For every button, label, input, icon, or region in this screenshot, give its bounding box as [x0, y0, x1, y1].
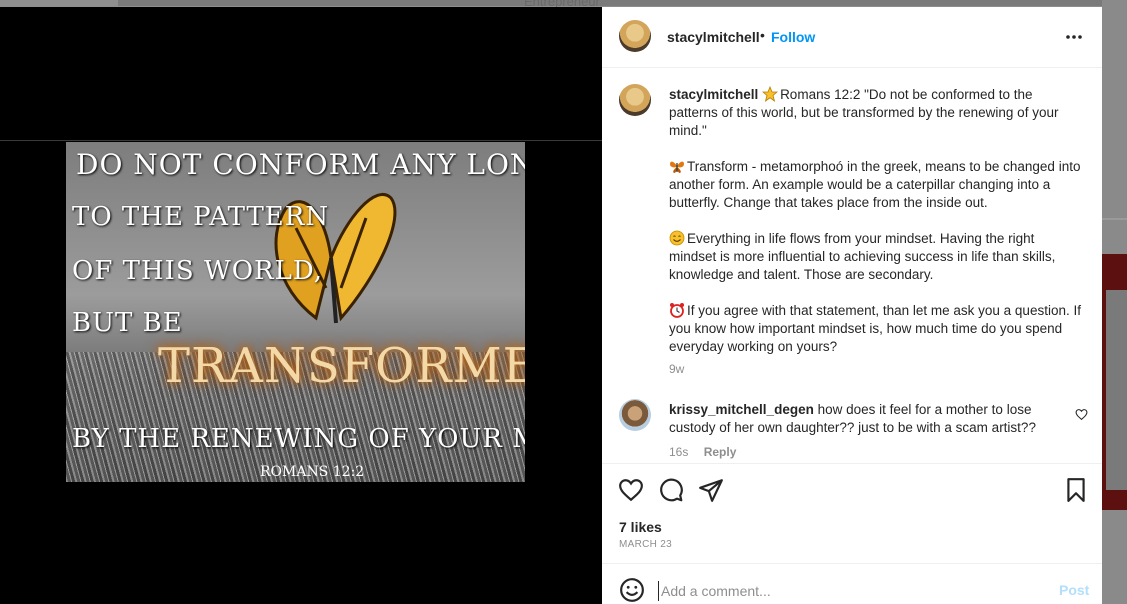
image-text-line: BY THE RENEWING OF YOUR MIND. — [72, 424, 525, 454]
heart-icon[interactable] — [1075, 408, 1088, 421]
image-text-line: DO NOT CONFORM ANY LONGER — [76, 148, 525, 181]
separator-dot: • — [760, 27, 765, 43]
caption-avatar[interactable] — [619, 84, 651, 116]
comment-timestamp: 16s — [669, 445, 689, 459]
actions-divider — [602, 463, 1102, 464]
comment-avatar[interactable] — [619, 399, 651, 431]
post-date: MARCH 23 — [619, 539, 672, 550]
image-text-highlight: TRANSFORMED — [158, 338, 525, 394]
comment-input[interactable] — [658, 581, 1041, 601]
comment-item: krissy_mitchell_degen how does it feel f… — [669, 401, 1059, 437]
heart-icon[interactable] — [618, 477, 644, 503]
background-image-detail — [1106, 290, 1127, 490]
post-image[interactable]: DO NOT CONFORM ANY LONGER TO THE PATTERN… — [66, 142, 525, 482]
smile-icon — [669, 230, 685, 246]
avatar[interactable] — [619, 20, 651, 52]
butterfly-graphic — [274, 193, 397, 324]
caption-paragraph: If you agree with that statement, than l… — [669, 303, 1081, 354]
comment-username[interactable]: krissy_mitchell_degen — [669, 402, 814, 417]
background-divider — [1102, 218, 1127, 220]
author-username[interactable]: stacylmitchell — [667, 29, 760, 45]
image-text-line: OF THIS WORLD, — [72, 256, 324, 286]
caption-paragraph: Transform - metamorphoó in the greek, me… — [669, 159, 1081, 210]
post-header: stacylmitchell • Follow — [602, 7, 1102, 68]
comment-meta: 16s Reply — [669, 445, 736, 459]
add-comment-divider — [602, 563, 1102, 564]
media-divider — [0, 140, 602, 141]
bookmark-icon[interactable] — [1063, 477, 1089, 503]
image-text-reference: ROMANS 12:2 — [260, 464, 365, 480]
caption-timestamp[interactable]: 9w — [669, 362, 684, 376]
likes-count[interactable]: 7 likes — [619, 519, 662, 535]
alarm-clock-icon — [670, 303, 684, 318]
emoji-picker-icon[interactable] — [619, 577, 645, 603]
share-icon[interactable] — [698, 477, 724, 503]
comment-icon[interactable] — [658, 477, 684, 503]
follow-button[interactable]: Follow — [771, 29, 815, 45]
post-detail-panel: stacylmitchell • Follow stacylmitchell R… — [602, 7, 1102, 604]
image-text-line: BUT BE — [72, 308, 183, 338]
butterfly-icon — [670, 161, 684, 173]
reply-button[interactable]: Reply — [704, 445, 737, 459]
background-strip — [118, 0, 1127, 6]
image-text-line: TO THE PATTERN — [72, 202, 330, 232]
caption-username[interactable]: stacylmitchell — [669, 87, 758, 102]
caption: stacylmitchell Romans 12:2 "Do not be co… — [669, 86, 1081, 356]
star-icon — [762, 86, 779, 102]
caption-paragraph: Everything in life flows from your minds… — [669, 231, 1056, 282]
more-horizontal-icon[interactable] — [1064, 29, 1084, 45]
post-comment-button[interactable]: Post — [1059, 582, 1089, 598]
